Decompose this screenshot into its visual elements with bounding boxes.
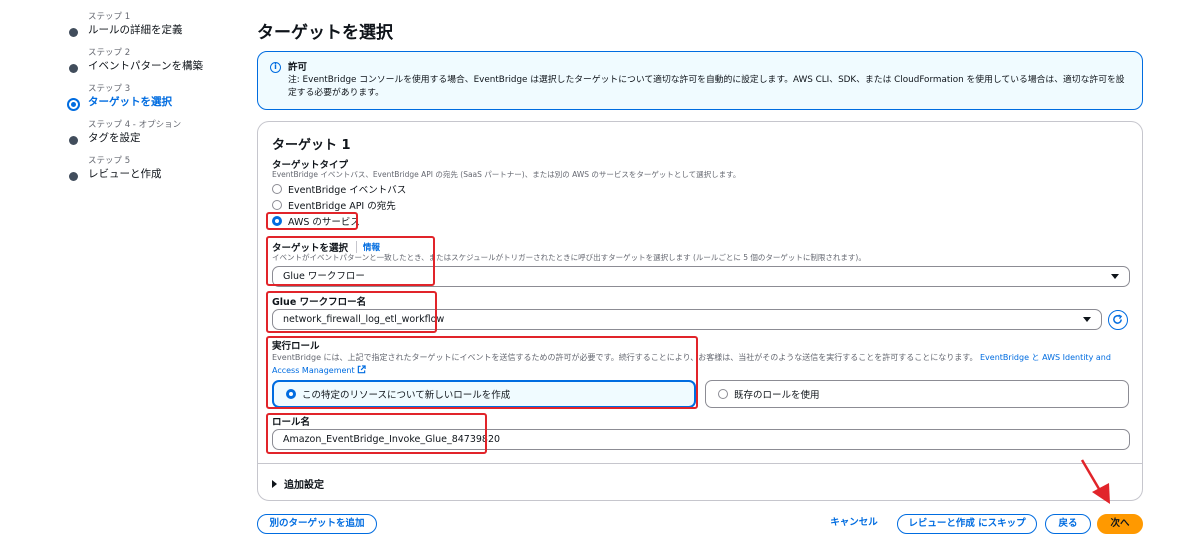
- target-panel: ターゲット 1 ターゲットタイプ EventBridge イベントバス、Even…: [257, 121, 1143, 501]
- role-label: 実行ロール: [272, 341, 320, 352]
- page-title: ターゲットを選択: [257, 23, 393, 43]
- cancel-button[interactable]: キャンセル: [822, 514, 886, 534]
- role-desc-text: EventBridge には、上記で指定されたターゲットにイベントを送信するため…: [272, 353, 978, 362]
- alert-body: 注: EventBridge コンソールを使用する場合、EventBridge …: [288, 75, 1125, 98]
- step-dot: [69, 28, 78, 37]
- step-label: ステップ 1: [88, 12, 131, 22]
- back-button[interactable]: 戻る: [1045, 514, 1091, 534]
- radio-label: EventBridge API の宛先: [288, 201, 396, 212]
- additional-settings-expander[interactable]: 追加設定: [272, 476, 324, 491]
- target-select-value: Glue ワークフロー: [283, 271, 365, 282]
- add-target-button[interactable]: 別のターゲットを追加: [257, 514, 377, 534]
- skip-to-review-button[interactable]: レビューと作成 にスキップ: [897, 514, 1037, 534]
- next-button[interactable]: 次へ: [1097, 514, 1143, 534]
- caret-down-icon: [1083, 317, 1091, 322]
- target-heading: ターゲット 1: [272, 138, 351, 153]
- workflow-label: Glue ワークフロー名: [272, 297, 367, 308]
- step-dot: [69, 172, 78, 181]
- radio-aws-service[interactable]: AWS のサービス: [272, 214, 360, 228]
- radio-button-selected[interactable]: [286, 389, 296, 399]
- step-5[interactable]: ステップ 5 レビューと作成: [66, 156, 236, 181]
- workflow-select-value: network_firewall_log_etl_workflow: [283, 314, 445, 325]
- wizard-steps: ステップ 1 ルールの詳細を定義 ステップ 2 イベントパターンを構築 ステップ…: [66, 12, 236, 192]
- caret-right-icon: [272, 479, 277, 488]
- step-label: ステップ 2: [88, 48, 131, 58]
- role-name-input[interactable]: Amazon_EventBridge_Invoke_Glue_84739820: [272, 429, 1130, 450]
- divider: [258, 463, 1142, 464]
- role-option-existing-label: 既存のロールを使用: [734, 390, 820, 401]
- role-name-label: ロール名: [272, 417, 311, 428]
- radio-button[interactable]: [718, 389, 728, 399]
- role-option-existing[interactable]: 既存のロールを使用: [705, 380, 1129, 408]
- radio-eventbus[interactable]: EventBridge イベントバス: [272, 182, 406, 196]
- select-target-desc: イベントがイベントパターンと一致したとき、またはスケジュールがトリガーされたとき…: [272, 253, 866, 262]
- radio-label: AWS のサービス: [288, 217, 360, 228]
- alert-title: 許可: [288, 62, 308, 73]
- refresh-button[interactable]: [1108, 310, 1128, 330]
- permission-alert: i 許可 注: EventBridge コンソールを使用する場合、EventBr…: [257, 51, 1143, 110]
- info-icon: i: [270, 62, 281, 73]
- step-current-dot: [67, 98, 80, 111]
- external-link-icon: [357, 365, 366, 374]
- step-name[interactable]: ルールの詳細を定義: [88, 23, 236, 37]
- target-type-desc: EventBridge イベントバス、EventBridge API の宛先 (…: [272, 170, 741, 179]
- radio-api-destination[interactable]: EventBridge API の宛先: [272, 198, 396, 212]
- step-label: ステップ 3: [88, 84, 131, 94]
- role-desc: EventBridge には、上記で指定されたターゲットにイベントを送信するため…: [272, 351, 1132, 377]
- step-2[interactable]: ステップ 2 イベントパターンを構築: [66, 48, 236, 73]
- radio-button-selected[interactable]: [272, 216, 282, 226]
- step-4[interactable]: ステップ 4 - オプション タグを設定: [66, 120, 236, 145]
- caret-down-icon: [1111, 274, 1119, 279]
- radio-label: EventBridge イベントバス: [288, 185, 407, 196]
- red-arrow-icon: [1080, 459, 1110, 504]
- step-label: ステップ 4 - オプション: [88, 120, 182, 130]
- radio-button[interactable]: [272, 200, 282, 210]
- role-option-new-label: この特定のリソースについて新しいロールを作成: [302, 390, 511, 401]
- step-3: ステップ 3 ターゲットを選択: [66, 84, 236, 111]
- step-dot: [69, 136, 78, 145]
- additional-settings-label: 追加設定: [284, 480, 324, 491]
- step-label: ステップ 5: [88, 156, 131, 166]
- workflow-select[interactable]: network_firewall_log_etl_workflow: [272, 309, 1102, 330]
- radio-button[interactable]: [272, 184, 282, 194]
- step-name[interactable]: レビューと作成: [88, 167, 236, 181]
- step-1[interactable]: ステップ 1 ルールの詳細を定義: [66, 12, 236, 37]
- step-name: ターゲットを選択: [88, 96, 172, 108]
- target-select[interactable]: Glue ワークフロー: [272, 266, 1130, 287]
- role-option-new[interactable]: この特定のリソースについて新しいロールを作成: [272, 380, 696, 408]
- refresh-icon: [1113, 314, 1123, 324]
- role-name-value: Amazon_EventBridge_Invoke_Glue_84739820: [283, 434, 501, 445]
- step-name[interactable]: タグを設定: [88, 131, 236, 145]
- step-dot: [69, 64, 78, 73]
- step-name[interactable]: イベントパターンを構築: [88, 59, 236, 73]
